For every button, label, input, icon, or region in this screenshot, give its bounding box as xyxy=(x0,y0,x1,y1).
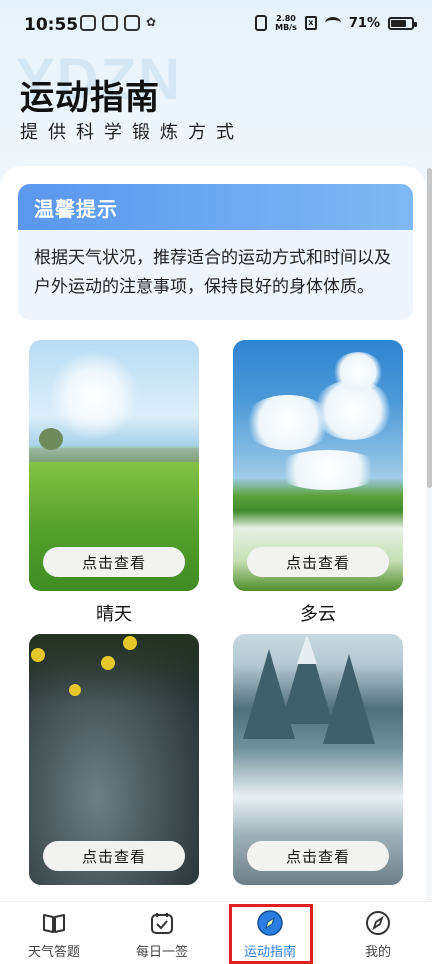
snow-cap-image xyxy=(297,634,317,664)
bottom-nav: 天气答题 每日一签 运动指南 我的 xyxy=(0,901,432,964)
no-sim-icon: x xyxy=(304,16,317,30)
scrollbar[interactable] xyxy=(427,168,432,488)
notification-icons: ✿ xyxy=(80,15,156,31)
tiktok-icon xyxy=(80,15,96,31)
nav-label: 每日一签 xyxy=(135,945,188,960)
nav-mine[interactable]: 我的 xyxy=(324,902,432,964)
status-time: 10:55 xyxy=(24,15,79,35)
sun-image xyxy=(49,350,139,440)
cloud-image xyxy=(333,352,383,392)
weather-card-label: 晴天 xyxy=(96,604,132,625)
vibrate-icon xyxy=(255,15,268,31)
leaves-image xyxy=(29,634,199,704)
nav-weather-quiz[interactable]: 天气答题 xyxy=(0,902,108,964)
wifi-icon xyxy=(324,17,341,29)
view-snowy-button[interactable]: 点击查看 xyxy=(247,841,389,871)
cloud-image xyxy=(273,450,383,490)
status-bar: 10:55 ✿ 2.80 MB/s x 71% xyxy=(0,0,432,50)
mountain-image xyxy=(323,654,375,744)
active-tab-highlight xyxy=(229,904,313,964)
tips-header: 温馨提示 xyxy=(18,184,413,230)
nav-daily-sign[interactable]: 每日一签 xyxy=(108,902,216,964)
view-sunny-button[interactable]: 点击查看 xyxy=(43,547,185,577)
weather-card-rainy[interactable]: 点击查看 xyxy=(29,634,199,885)
content-card[interactable]: 温馨提示 根据天气状况，推荐适合的运动方式和时间以及户外运动的注意事项，保持良好… xyxy=(0,166,426,901)
weather-card-label: 多云 xyxy=(300,604,336,625)
flower-image xyxy=(69,684,81,696)
weather-card-snowy[interactable]: 点击查看 xyxy=(233,634,403,885)
flower-image xyxy=(101,656,115,670)
tips-panel: 温馨提示 根据天气状况，推荐适合的运动方式和时间以及户外运动的注意事项，保持良好… xyxy=(18,184,413,320)
battery-level: 71% xyxy=(348,15,380,31)
page-title: 运动指南 xyxy=(20,78,160,118)
hills-image xyxy=(29,448,199,462)
link-app-icon xyxy=(102,15,118,31)
net-speed: 2.80 MB/s xyxy=(275,14,297,32)
tips-text: 根据天气状况，推荐适合的运动方式和时间以及户外运动的注意事项，保持良好的身体体质… xyxy=(34,248,391,297)
app-notification-icon xyxy=(124,15,140,31)
calendar-check-icon xyxy=(148,909,176,937)
book-icon xyxy=(40,909,68,937)
weather-card-sunny[interactable]: 点击查看 xyxy=(29,340,199,591)
nav-label: 天气答题 xyxy=(27,945,80,960)
view-rainy-button[interactable]: 点击查看 xyxy=(43,841,185,871)
view-cloudy-button[interactable]: 点击查看 xyxy=(247,547,389,577)
tree-image xyxy=(39,428,63,450)
compass-outline-icon xyxy=(364,909,392,937)
leaf-icon: ✿ xyxy=(146,15,157,29)
status-right: 2.80 MB/s x 71% xyxy=(255,14,417,32)
net-speed-value: 2.80 xyxy=(276,14,296,23)
page-subtitle: 提供科学锻炼方式 xyxy=(20,122,244,143)
flower-image xyxy=(31,648,45,662)
tips-title: 温馨提示 xyxy=(34,196,118,221)
battery-icon xyxy=(388,16,417,30)
flower-image xyxy=(123,636,137,650)
weather-card-cloudy[interactable]: 点击查看 xyxy=(233,340,403,591)
nav-label: 我的 xyxy=(364,945,391,960)
net-speed-unit: MB/s xyxy=(275,23,297,32)
